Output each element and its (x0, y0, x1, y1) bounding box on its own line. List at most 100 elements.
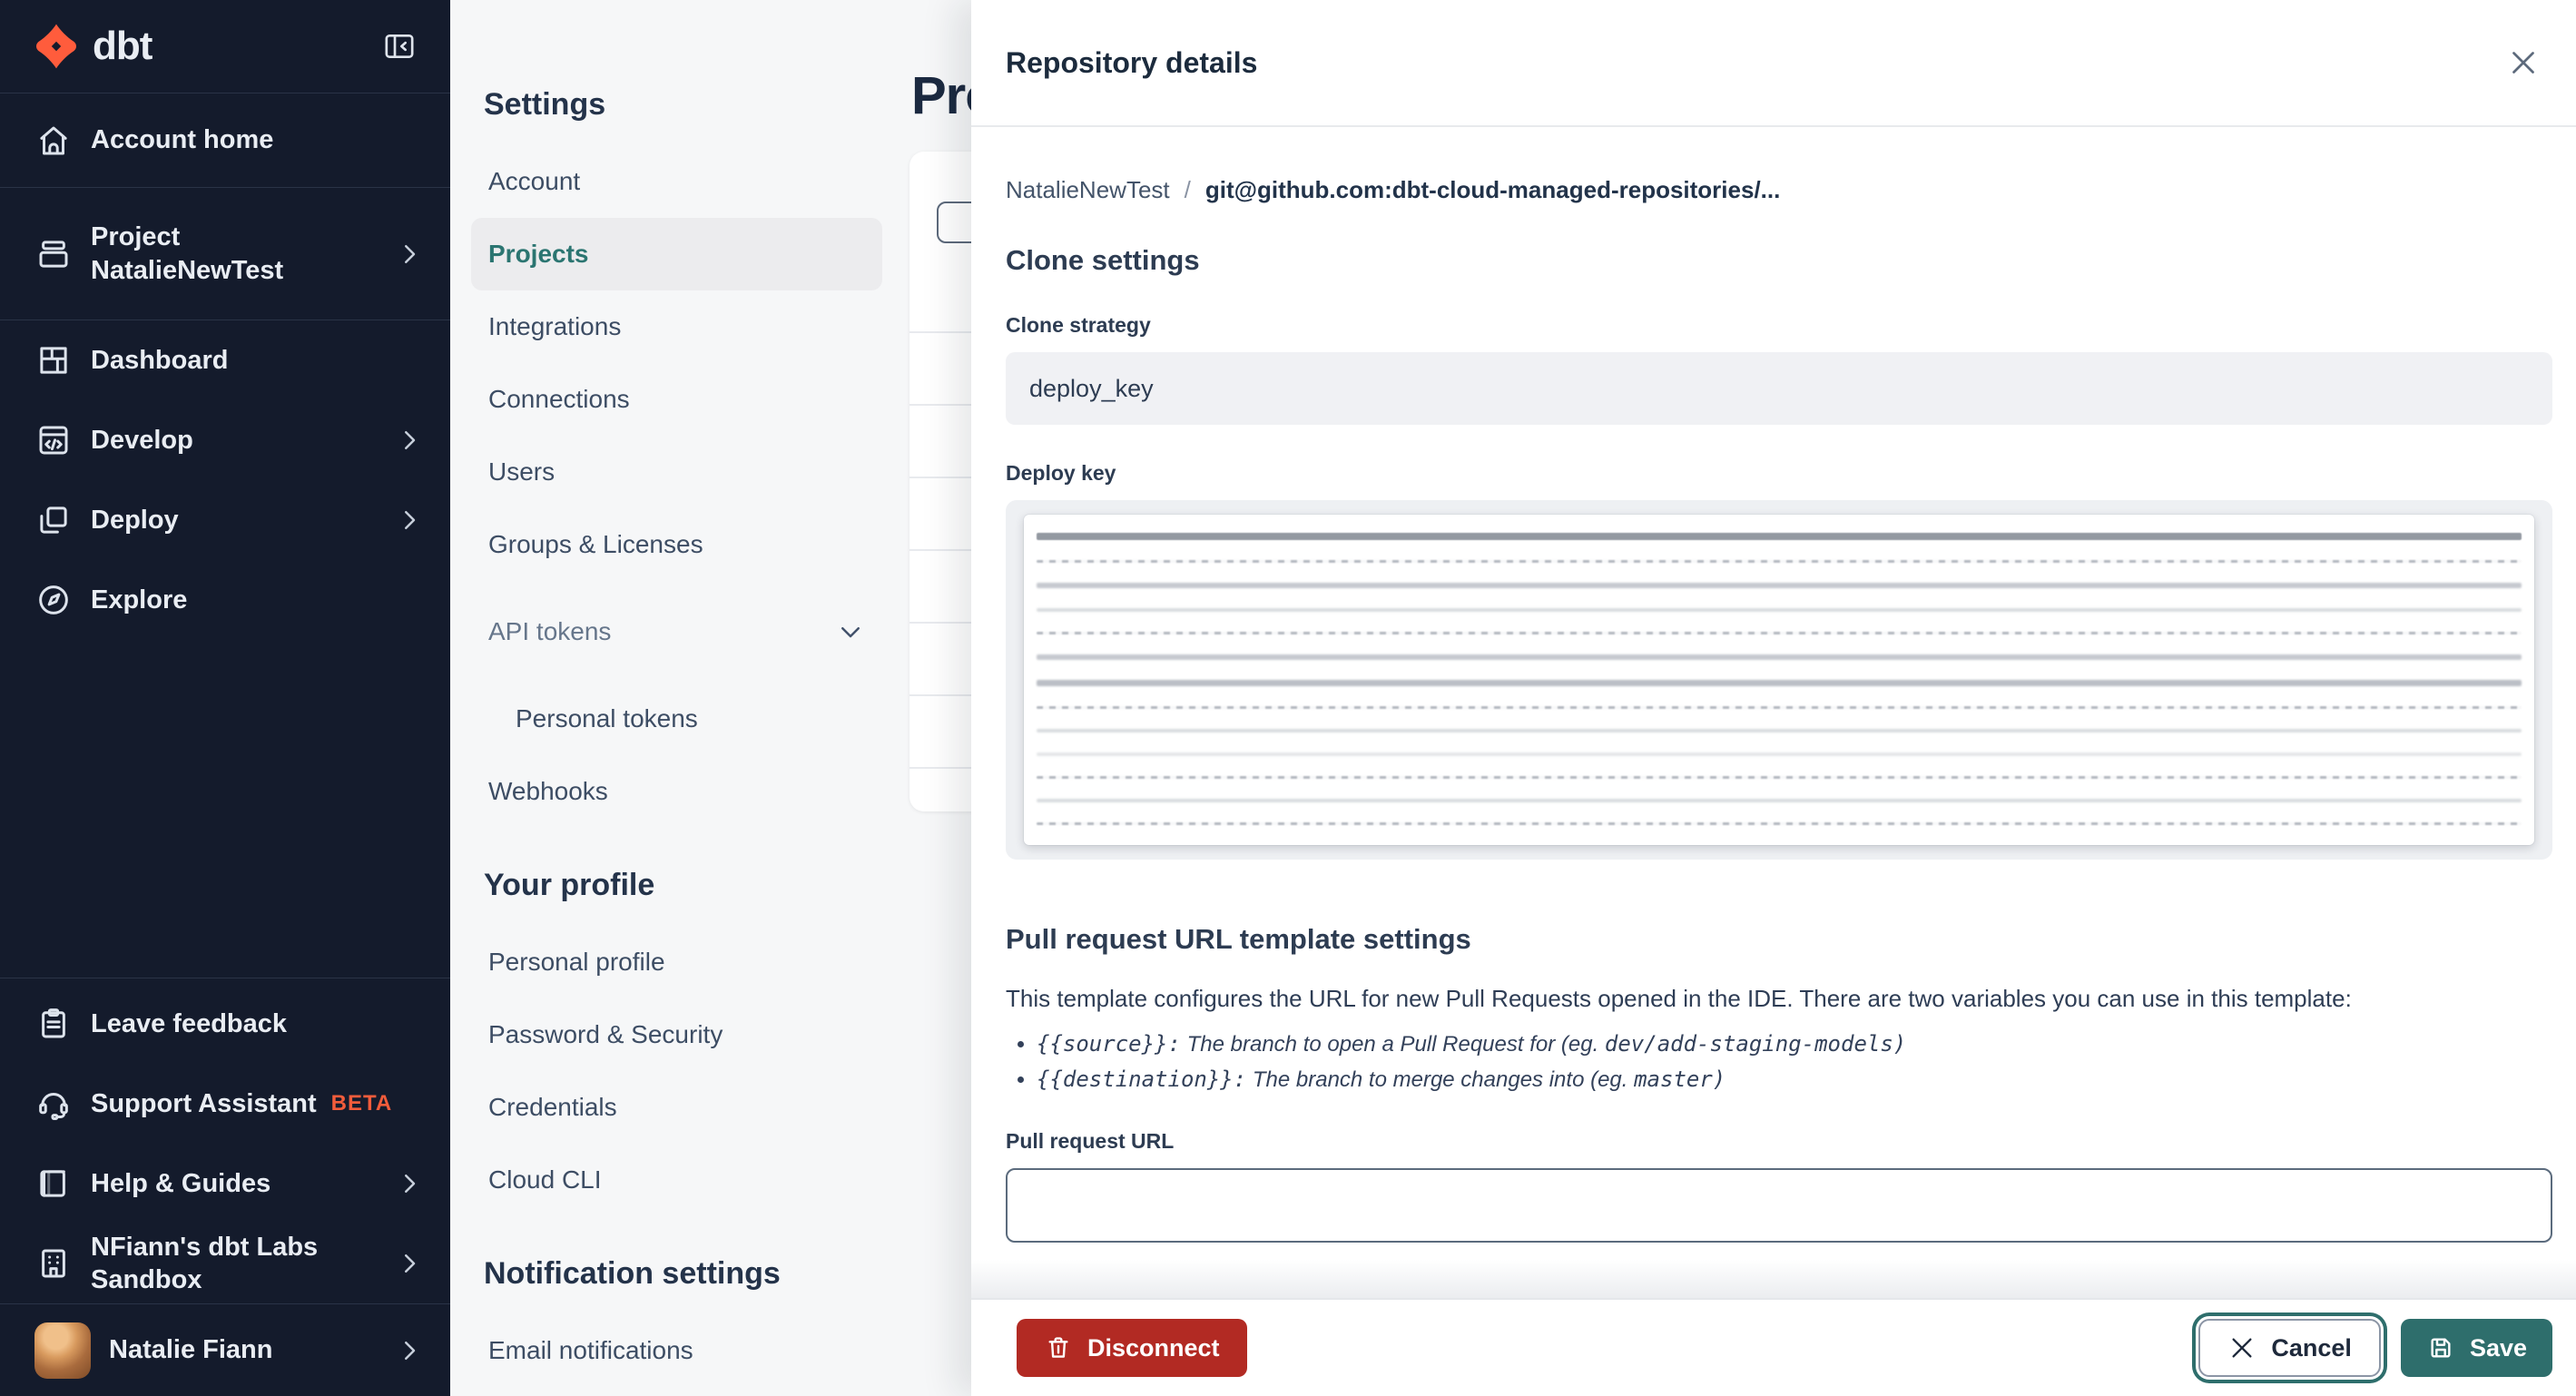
sidebar-item-label: Leave feedback (91, 1008, 288, 1038)
disconnect-label: Disconnect (1087, 1333, 1220, 1362)
chevron-right-icon (396, 241, 423, 268)
settings-nav-item-webhooks[interactable]: Webhooks (471, 755, 882, 828)
collapse-sidebar-icon (381, 28, 418, 64)
sidebar-item-account-switcher[interactable]: NFiann's dbt Labs Sandbox (0, 1224, 450, 1303)
settings-nav-item-email-notifications[interactable]: Email notifications (471, 1314, 882, 1387)
settings-nav: Settings Account Projects Integrations C… (450, 0, 909, 1396)
chevron-right-icon (396, 506, 423, 534)
cancel-label: Cancel (2271, 1333, 2352, 1362)
deploy-key-box (1006, 500, 2552, 860)
develop-code-icon (34, 421, 73, 459)
pull-request-url-input[interactable] (1006, 1168, 2552, 1244)
sidebar-item-label: Dashboard (91, 345, 229, 375)
sidebar-item-label: Account home (91, 125, 274, 155)
settings-nav-item-groups-licenses[interactable]: Groups & Licenses (471, 508, 882, 581)
home-icon (34, 122, 73, 160)
breadcrumb-repo-url: git@github.com:dbt-cloud-managed-reposit… (1204, 176, 1781, 203)
explore-compass-icon (34, 581, 73, 619)
breadcrumb-project: NatalieNewTest (1006, 176, 1170, 203)
settings-nav-item-connections[interactable]: Connections (471, 363, 882, 436)
sidebar-item-explore[interactable]: Explore (0, 560, 450, 640)
sidebar-item-label: NFiann's dbt Labs Sandbox (91, 1232, 319, 1294)
settings-nav-item-api-tokens[interactable]: API tokens (471, 595, 882, 668)
clone-settings-heading: Clone settings (1006, 244, 1200, 276)
save-button[interactable]: Save (2400, 1319, 2552, 1377)
close-icon (2507, 46, 2540, 79)
sidebar-user-menu[interactable]: Natalie Fiann (0, 1303, 450, 1396)
breadcrumb: NatalieNewTest / git@github.com:dbt-clou… (1006, 176, 2552, 204)
notification-section-title: Notification settings (484, 1255, 781, 1291)
panel-footer: Disconnect Cancel Save (971, 1260, 2576, 1396)
settings-nav-item-password-security[interactable]: Password & Security (471, 998, 882, 1071)
beta-badge: BETA (330, 1091, 393, 1116)
building-icon (34, 1244, 73, 1283)
save-label: Save (2469, 1333, 2527, 1362)
close-panel-button[interactable] (2505, 44, 2542, 81)
pr-variable-source: {{source}}: The branch to open a Pull Re… (1037, 1031, 2552, 1057)
app-sidebar: dbt Account home ProjectNatalieNewTest (0, 0, 450, 1396)
deploy-key-label: Deploy key (1006, 461, 1116, 485)
pr-template-description: This template configures the URL for new… (1006, 985, 2352, 1012)
panel-header: Repository details (971, 0, 2576, 127)
sidebar-item-help-guides[interactable]: Help & Guides (0, 1144, 450, 1224)
logo-row: dbt (0, 0, 450, 93)
project-stack-icon (34, 235, 73, 273)
clone-strategy-label: Clone strategy (1006, 313, 1151, 337)
chevron-right-icon (396, 1170, 423, 1197)
headset-icon (34, 1085, 73, 1123)
dbt-logo-icon (33, 23, 80, 70)
sidebar-item-develop[interactable]: Develop (0, 400, 450, 480)
breadcrumb-separator: / (1184, 176, 1191, 203)
save-floppy-icon (2426, 1333, 2455, 1362)
settings-nav-title: Settings (484, 86, 606, 122)
user-name: Natalie Fiann (109, 1335, 273, 1365)
user-avatar (34, 1322, 91, 1379)
pr-template-variables-list: {{source}}: The branch to open a Pull Re… (1037, 1031, 2552, 1093)
settings-nav-item-cloud-cli[interactable]: Cloud CLI (471, 1144, 882, 1216)
book-icon (34, 1165, 73, 1203)
settings-nav-item-account[interactable]: Account (471, 145, 882, 218)
settings-nav-item-personal-profile[interactable]: Personal profile (471, 926, 882, 998)
app-window: dbt Account home ProjectNatalieNewTest (0, 0, 2576, 1396)
settings-nav-item-users[interactable]: Users (471, 436, 882, 508)
sidebar-footer: Leave feedback Support Assistant BETA He… (0, 978, 450, 1396)
clipboard-icon (34, 1005, 73, 1043)
sidebar-item-support-assistant[interactable]: Support Assistant BETA (0, 1064, 450, 1144)
sidebar-item-label: Develop (91, 425, 193, 455)
panel-body: NatalieNewTest / git@github.com:dbt-clou… (971, 129, 2576, 1298)
profile-section-title: Your profile (484, 867, 655, 902)
settings-nav-item-credentials[interactable]: Credentials (471, 1071, 882, 1144)
repository-details-panel: Repository details NatalieNewTest / git@… (971, 0, 2576, 1396)
dashboard-icon (34, 341, 73, 379)
sidebar-item-dashboard[interactable]: Dashboard (0, 320, 450, 400)
deploy-key-redacted-content (1024, 515, 2534, 845)
pull-request-url-label: Pull request URL (1006, 1129, 1175, 1154)
sidebar-item-leave-feedback[interactable]: Leave feedback (0, 984, 450, 1064)
settings-nav-item-projects[interactable]: Projects (471, 218, 882, 290)
chevron-right-icon (396, 1250, 423, 1277)
sidebar-item-label: Project NatalieNewTest (91, 222, 284, 285)
clone-strategy-value: deploy_key (1006, 352, 2552, 425)
chevron-down-icon (837, 618, 864, 645)
sidebar-item-deploy[interactable]: Deploy (0, 480, 450, 560)
settings-nav-item-personal-tokens[interactable]: Personal tokens (471, 683, 882, 755)
sidebar-item-account-home[interactable]: Account home (0, 93, 450, 188)
sidebar-item-label: Support Assistant (91, 1088, 317, 1118)
sidebar-item-project[interactable]: Project NatalieNewTest (0, 188, 450, 320)
sidebar-item-label: Explore (91, 585, 188, 614)
trash-icon (1044, 1333, 1073, 1362)
brand-wordmark: dbt (93, 24, 152, 68)
deploy-icon (34, 501, 73, 539)
cancel-button[interactable]: Cancel (2198, 1319, 2381, 1377)
collapse-sidebar-button[interactable] (381, 28, 418, 64)
chevron-right-icon (396, 427, 423, 454)
cancel-x-icon (2227, 1333, 2256, 1362)
settings-nav-item-integrations[interactable]: Integrations (471, 290, 882, 363)
pr-template-heading: Pull request URL template settings (1006, 923, 1471, 955)
disconnect-button[interactable]: Disconnect (1017, 1319, 1247, 1377)
sidebar-item-label: Deploy (91, 505, 179, 535)
pr-variable-destination: {{destination}}: The branch to merge cha… (1037, 1067, 2552, 1093)
sidebar-item-label: Help & Guides (91, 1168, 271, 1198)
panel-title: Repository details (1006, 45, 1258, 79)
chevron-right-icon (396, 1337, 423, 1364)
